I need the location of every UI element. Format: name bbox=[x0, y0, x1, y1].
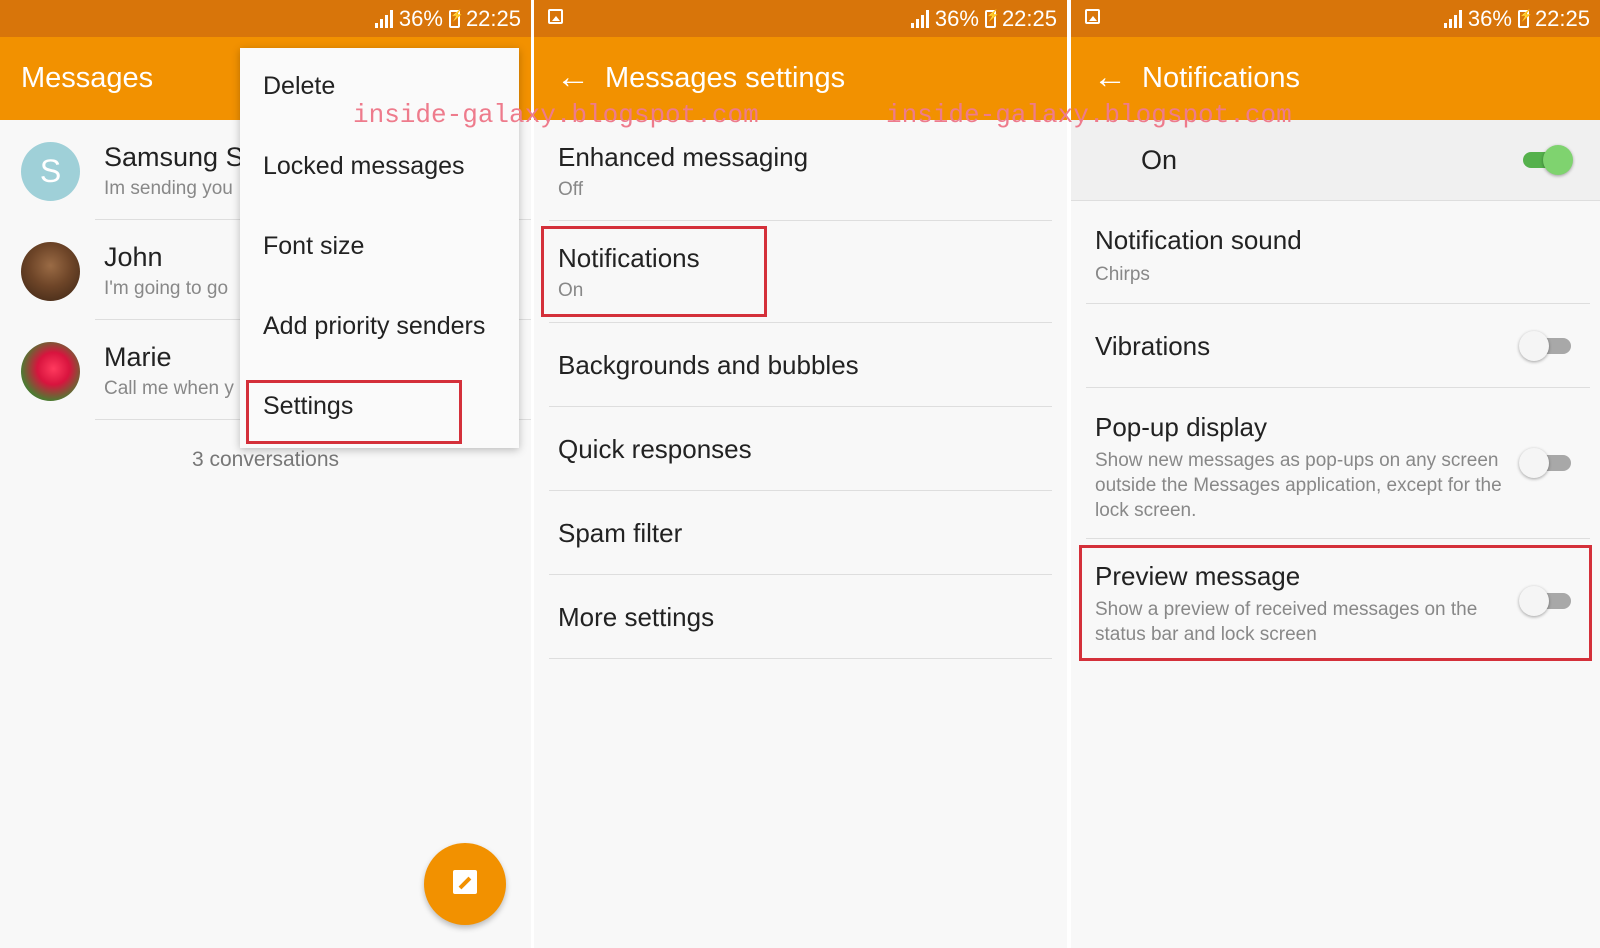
vibrations-toggle[interactable] bbox=[1519, 330, 1573, 362]
back-arrow-icon[interactable]: ← bbox=[1093, 57, 1127, 97]
page-title: Messages settings bbox=[605, 62, 846, 94]
menu-item-add-priority-senders[interactable]: Add priority senders bbox=[263, 312, 485, 341]
master-switch-label: On bbox=[1141, 145, 1178, 175]
setting-subtitle: Show a preview of received messages on t… bbox=[1095, 599, 1478, 645]
setting-title: Backgrounds and bubbles bbox=[558, 350, 859, 380]
clock: 22:25 bbox=[1001, 6, 1057, 31]
notifications-screen: 36% 22:25 ← Notifications On Notificatio… bbox=[1071, 0, 1600, 948]
gallery-icon bbox=[548, 9, 563, 24]
conversation-name: Samsung S bbox=[104, 142, 244, 172]
overflow-menu: Delete Locked messages Font size Add pri… bbox=[240, 48, 519, 448]
conversation-name: Marie bbox=[104, 342, 172, 372]
menu-item-font-size[interactable]: Font size bbox=[263, 232, 364, 261]
menu-item-settings[interactable]: Settings bbox=[263, 392, 353, 421]
settings-item-more-settings[interactable]: More settings bbox=[534, 575, 1067, 659]
status-bar: 36% 22:25 bbox=[1071, 0, 1600, 37]
page-title: Notifications bbox=[1142, 62, 1300, 94]
setting-title: Notification sound bbox=[1095, 225, 1302, 255]
notification-sound-row[interactable]: Notification sound Chirps bbox=[1071, 201, 1600, 304]
setting-title: Preview message bbox=[1095, 561, 1301, 591]
conversation-count: 3 conversations bbox=[191, 448, 340, 471]
conversation-preview: Im sending you bbox=[104, 178, 233, 199]
battery-charging-icon bbox=[448, 9, 464, 28]
signal-icon bbox=[374, 10, 393, 28]
settings-item-quick-responses[interactable]: Quick responses bbox=[534, 407, 1067, 491]
menu-item-locked-messages[interactable]: Locked messages bbox=[263, 152, 465, 181]
app-bar: ← Notifications bbox=[1071, 37, 1600, 120]
battery-percent: 36% bbox=[398, 6, 443, 31]
signal-icon bbox=[1443, 10, 1462, 28]
preview-message-row[interactable]: Preview message Show a preview of receiv… bbox=[1071, 539, 1600, 657]
signal-icon bbox=[910, 10, 929, 28]
battery-percent: 36% bbox=[934, 6, 979, 31]
menu-item-delete[interactable]: Delete bbox=[263, 72, 335, 101]
conversation-preview: Call me when y bbox=[104, 378, 234, 399]
conversation-name: John bbox=[104, 242, 163, 272]
setting-title: Spam filter bbox=[558, 518, 683, 548]
preview-message-toggle[interactable] bbox=[1519, 585, 1573, 617]
setting-subtitle: Off bbox=[558, 179, 583, 200]
setting-title: Pop-up display bbox=[1095, 412, 1267, 442]
messages-settings-screen: 36% 22:25 ← Messages settings Enhanced m… bbox=[534, 0, 1067, 948]
page-title: Messages bbox=[21, 62, 154, 94]
compose-icon bbox=[453, 870, 477, 894]
master-switch-row[interactable]: On bbox=[1071, 120, 1600, 201]
popup-display-toggle[interactable] bbox=[1519, 447, 1573, 479]
battery-charging-icon bbox=[1517, 9, 1533, 28]
battery-percent: 36% bbox=[1467, 6, 1512, 31]
gallery-icon bbox=[1085, 9, 1100, 24]
battery-charging-icon bbox=[984, 9, 1000, 28]
clock: 22:25 bbox=[465, 6, 521, 31]
vibrations-row[interactable]: Vibrations bbox=[1071, 304, 1600, 388]
setting-title: More settings bbox=[558, 602, 715, 632]
divider bbox=[549, 658, 1052, 659]
setting-title: Notifications bbox=[558, 243, 700, 273]
app-bar: ← Messages settings bbox=[534, 37, 1067, 120]
setting-title: Vibrations bbox=[1095, 331, 1211, 361]
avatar: S bbox=[21, 142, 80, 201]
master-toggle[interactable] bbox=[1519, 144, 1573, 176]
clock: 22:25 bbox=[1534, 6, 1590, 31]
settings-item-notifications[interactable]: Notifications On bbox=[534, 221, 1067, 323]
status-bar: 36% 22:25 bbox=[0, 0, 531, 37]
settings-item-spam-filter[interactable]: Spam filter bbox=[534, 491, 1067, 575]
conversation-preview: I'm going to go bbox=[104, 278, 229, 299]
back-arrow-icon[interactable]: ← bbox=[556, 57, 590, 97]
compose-button[interactable] bbox=[424, 843, 506, 925]
setting-subtitle: Show new messages as pop-ups on any scre… bbox=[1095, 450, 1502, 521]
settings-item-enhanced-messaging[interactable]: Enhanced messaging Off bbox=[534, 120, 1067, 221]
setting-title: Enhanced messaging bbox=[558, 142, 809, 172]
popup-display-row[interactable]: Pop-up display Show new messages as pop-… bbox=[1071, 388, 1600, 539]
avatar bbox=[21, 242, 80, 301]
messages-screen: 36% 22:25 Messages S Samsung S Im sendin… bbox=[0, 0, 531, 948]
setting-title: Quick responses bbox=[558, 434, 752, 464]
setting-subtitle: On bbox=[558, 280, 584, 301]
settings-item-backgrounds[interactable]: Backgrounds and bubbles bbox=[534, 323, 1067, 407]
status-bar: 36% 22:25 bbox=[534, 0, 1067, 37]
avatar bbox=[21, 342, 80, 401]
setting-subtitle: Chirps bbox=[1095, 264, 1150, 285]
